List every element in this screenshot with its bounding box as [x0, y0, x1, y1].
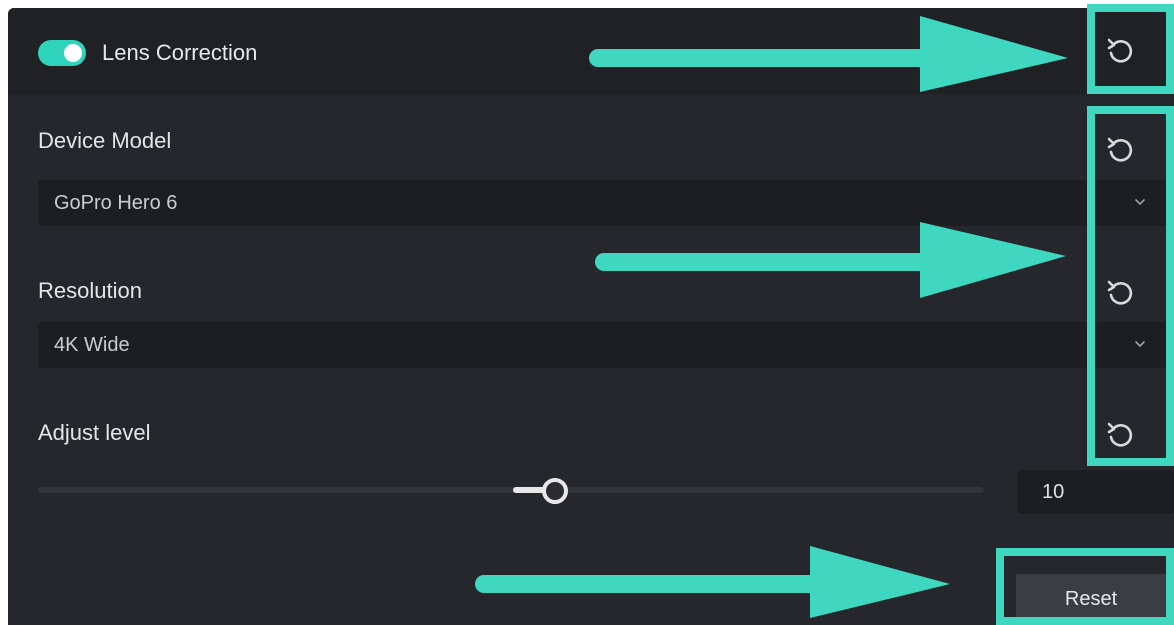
reset-icon[interactable] — [1105, 36, 1135, 66]
lens-correction-toggle[interactable] — [38, 40, 86, 66]
device-model-select[interactable]: GoPro Hero 6 — [38, 180, 1174, 226]
resolution-select[interactable]: 4K Wide — [38, 322, 1174, 368]
chevron-down-icon — [1135, 341, 1145, 348]
adjust-level-input[interactable]: 10 — [1018, 470, 1174, 514]
adjust-level-value: 10 — [1042, 481, 1065, 503]
toggle-knob — [64, 44, 82, 62]
lens-correction-panel: Lens Correction Device Model GoPro Hero … — [8, 8, 1174, 625]
resolution-value: 4K Wide — [54, 334, 130, 356]
chevron-down-icon — [1135, 199, 1145, 206]
resolution-label: Resolution — [38, 278, 142, 303]
adjust-level-label: Adjust level — [38, 420, 151, 445]
device-model-label: Device Model — [38, 128, 172, 153]
panel-title: Lens Correction — [102, 40, 258, 65]
device-model-value: GoPro Hero 6 — [54, 192, 178, 214]
reset-icon[interactable] — [1105, 420, 1135, 450]
adjust-level-slider-thumb[interactable] — [542, 478, 568, 504]
panel-header: Lens Correction — [8, 8, 1174, 94]
reset-icon[interactable] — [1105, 278, 1135, 308]
adjust-level-slider-track[interactable] — [38, 487, 984, 493]
reset-button[interactable]: Reset — [1016, 574, 1166, 625]
reset-icon[interactable] — [1105, 135, 1135, 165]
